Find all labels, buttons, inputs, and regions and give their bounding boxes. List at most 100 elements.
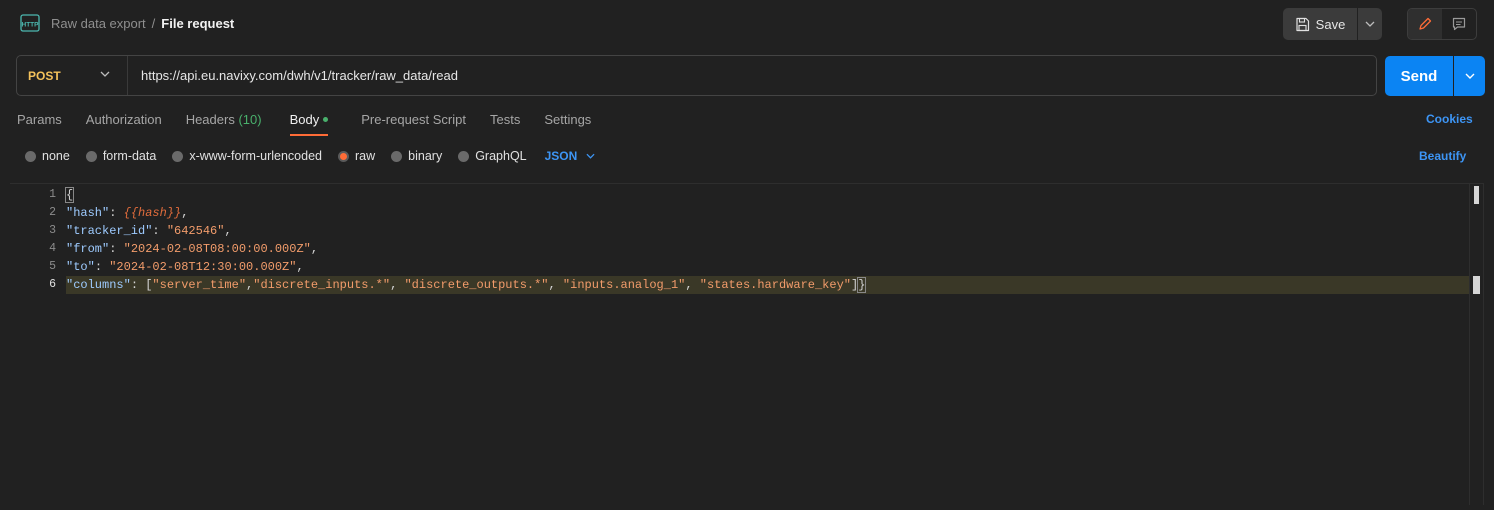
- save-group: Save: [1283, 8, 1382, 40]
- code-line: "tracker_id": "642546",: [66, 224, 232, 238]
- request-url-bar: POST: [16, 55, 1377, 96]
- body-editor[interactable]: 1 2 3 4 5 6 { "hash": {{hash}}, "tracker…: [10, 183, 1484, 505]
- raw-format-label: JSON: [544, 149, 578, 163]
- radio-button: [458, 150, 470, 162]
- tab-label: Settings: [544, 112, 592, 127]
- editor-divider: [1469, 184, 1470, 505]
- headers-count-badge: (10): [238, 112, 262, 127]
- radio-label: form-data: [102, 149, 157, 163]
- save-label: Save: [1315, 16, 1346, 32]
- tab-pre-request-script[interactable]: Pre-request Script: [361, 112, 466, 136]
- breadcrumb: Raw data export / File request: [51, 16, 234, 31]
- svg-text:HTTP: HTTP: [22, 22, 40, 29]
- code-token: {: [64, 187, 75, 203]
- json-string: "discrete_inputs.*": [253, 278, 391, 292]
- radio-label: GraphQL: [475, 149, 527, 163]
- view-mode-toggle: [1407, 8, 1477, 40]
- json-key: "columns": [66, 278, 131, 292]
- radio-label: raw: [355, 149, 376, 163]
- tab-label: Headers: [185, 112, 235, 127]
- cookies-link[interactable]: Cookies: [1426, 112, 1473, 126]
- comment-icon: [1452, 17, 1466, 31]
- radio-none[interactable]: none: [25, 149, 70, 163]
- tab-authorization[interactable]: Authorization: [86, 112, 162, 136]
- tab-settings[interactable]: Settings: [544, 112, 591, 136]
- chevron-down-icon: [100, 71, 110, 77]
- line-number: 3: [49, 224, 56, 237]
- radio-label: x-www-form-urlencoded: [189, 149, 322, 163]
- radio-graphql[interactable]: GraphQL: [458, 149, 527, 163]
- chevron-down-icon: [1365, 21, 1375, 27]
- method-select[interactable]: POST: [17, 56, 128, 95]
- save-button[interactable]: Save: [1283, 8, 1357, 40]
- json-string: "642546": [166, 224, 225, 238]
- line-number: 5: [49, 260, 56, 273]
- line-number: 1: [49, 188, 56, 201]
- raw-format-select[interactable]: JSON: [545, 149, 596, 163]
- radio-button: [391, 150, 403, 162]
- line-number: 2: [49, 206, 56, 219]
- chevron-down-icon: [1465, 73, 1474, 79]
- http-icon: HTTP: [20, 14, 40, 32]
- pencil-icon: [1419, 17, 1432, 30]
- json-string: "2024-02-08T08:00:00.000Z": [123, 242, 311, 256]
- code-line: {: [64, 186, 1469, 204]
- beautify-button[interactable]: Beautify: [1419, 149, 1466, 163]
- json-string: "2024-02-08T12:30:00.000Z": [109, 260, 297, 274]
- request-title[interactable]: File request: [161, 16, 234, 31]
- radio-raw[interactable]: raw: [338, 149, 375, 163]
- tab-params[interactable]: Params: [17, 112, 62, 136]
- json-string: "discrete_outputs.*": [404, 278, 549, 292]
- radio-label: none: [42, 149, 70, 163]
- save-options-button[interactable]: [1358, 8, 1382, 40]
- code-line-current: "columns": ["server_time","discrete_inpu…: [66, 276, 1469, 294]
- tab-label: Pre-request Script: [361, 112, 466, 127]
- tab-label: Params: [17, 112, 62, 127]
- tab-tests[interactable]: Tests: [490, 112, 520, 136]
- line-number: 4: [49, 242, 56, 255]
- radio-button: [172, 150, 184, 162]
- code-line: "from": "2024-02-08T08:00:00.000Z",: [66, 242, 319, 256]
- send-group: Send: [1385, 56, 1485, 96]
- tab-body[interactable]: Body: [289, 112, 338, 136]
- radio-label: binary: [408, 149, 443, 163]
- radio-button: [25, 150, 36, 162]
- request-tabs: Params Authorization Headers (10) Body P…: [17, 112, 591, 136]
- json-key: "to": [66, 260, 95, 274]
- comments-button[interactable]: [1442, 9, 1476, 39]
- body-type-options: none form-data x-www-form-urlencoded raw…: [25, 148, 595, 164]
- radio-x-www-form-urlencoded[interactable]: x-www-form-urlencoded: [172, 149, 322, 163]
- radio-button: [85, 150, 97, 162]
- send-options-button[interactable]: [1454, 56, 1485, 96]
- line-number: 6: [49, 278, 56, 291]
- json-string: "inputs.analog_1": [562, 278, 686, 292]
- json-key: "hash": [66, 206, 110, 220]
- tab-label: Body: [289, 112, 320, 127]
- code-line: "hash": {{hash}},: [66, 206, 189, 220]
- editor-scrollbar[interactable]: [1474, 186, 1479, 204]
- tab-label: Tests: [489, 112, 521, 127]
- save-icon: [1296, 17, 1309, 31]
- method-label: POST: [28, 68, 61, 83]
- tab-label: Authorization: [85, 112, 162, 127]
- text-cursor-indicator: [1473, 276, 1480, 294]
- json-key: "from": [66, 242, 110, 256]
- top-header: HTTP Raw data export / File request Save: [0, 0, 1494, 46]
- tab-headers[interactable]: Headers (10): [186, 112, 262, 136]
- body-modified-dot: [323, 117, 329, 123]
- radio-button-selected: [338, 150, 349, 162]
- radio-form-data[interactable]: form-data: [85, 149, 157, 163]
- breadcrumb-separator: /: [151, 16, 156, 31]
- edit-mode-button[interactable]: [1408, 9, 1442, 39]
- chevron-down-icon: [586, 153, 595, 159]
- send-button[interactable]: Send: [1385, 56, 1453, 96]
- json-key: "tracker_id": [66, 224, 153, 238]
- breadcrumb-collection[interactable]: Raw data export: [51, 16, 146, 31]
- json-string: "server_time": [152, 278, 247, 292]
- json-variable: {{hash}}: [123, 206, 182, 220]
- radio-binary[interactable]: binary: [391, 149, 442, 163]
- code-line: "to": "2024-02-08T12:30:00.000Z",: [66, 260, 304, 274]
- url-input[interactable]: [128, 55, 1376, 96]
- code-token: }: [857, 277, 867, 293]
- json-string: "states.hardware_key": [699, 278, 851, 292]
